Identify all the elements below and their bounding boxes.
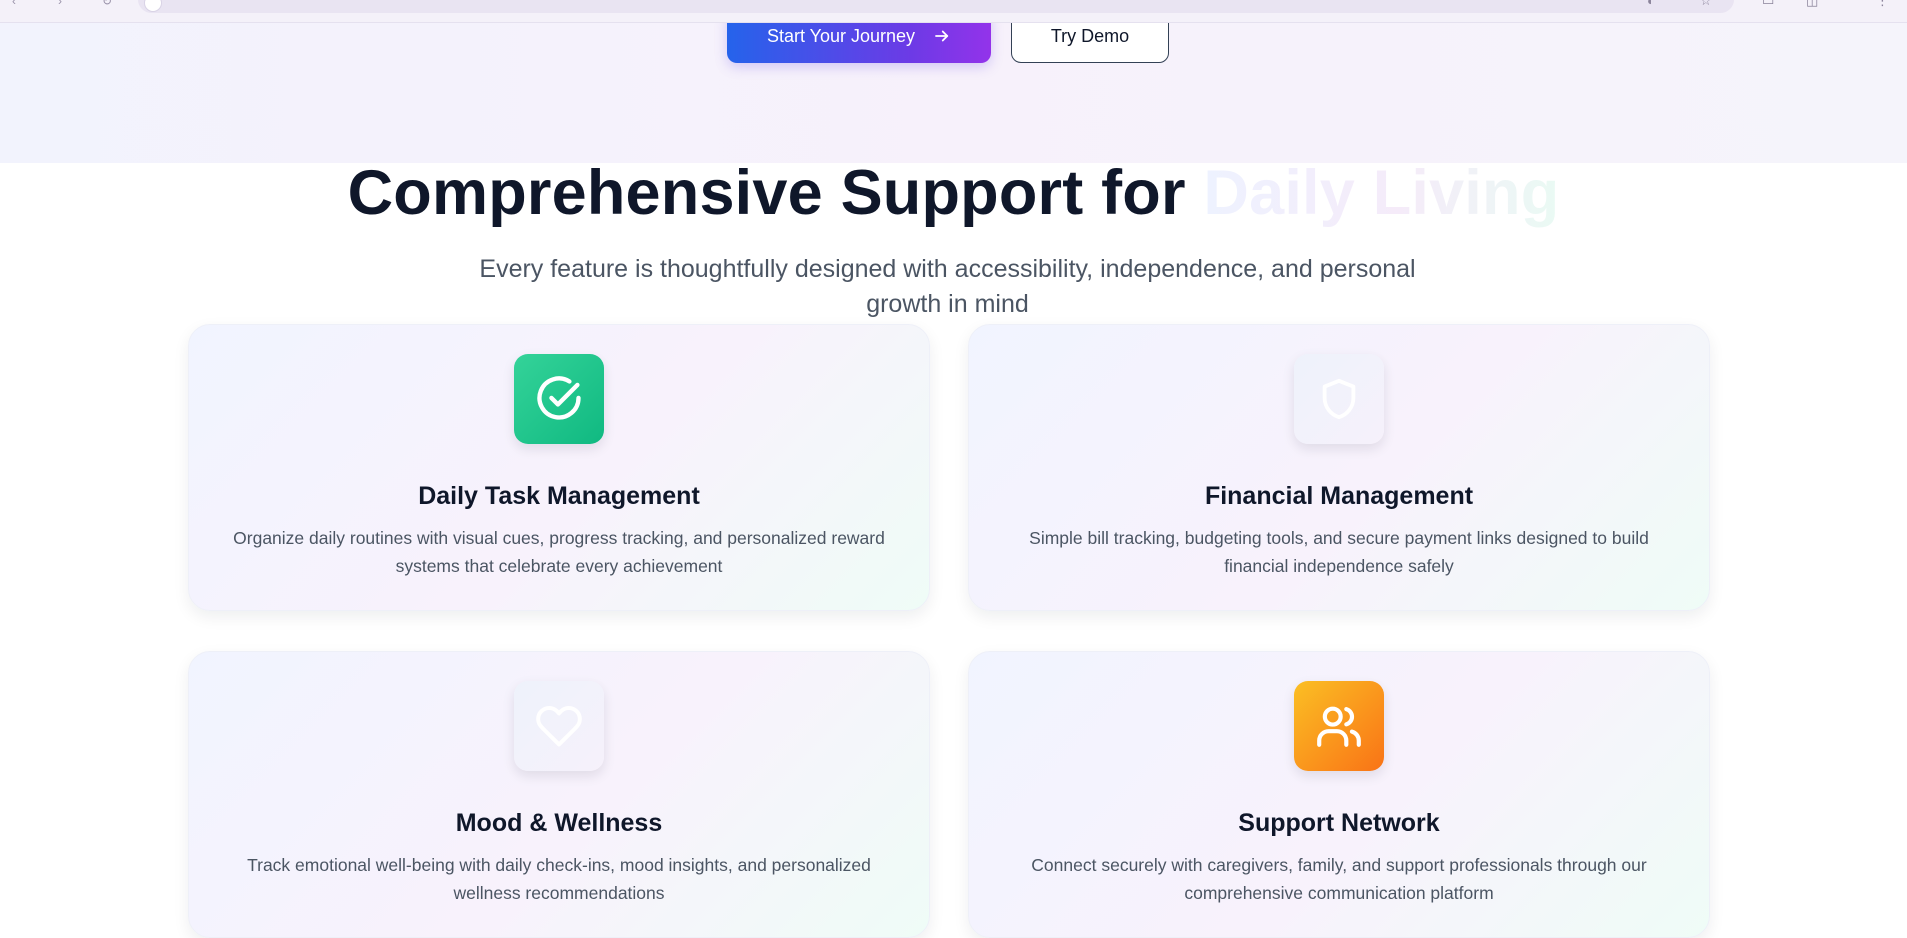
- sidebar-icon[interactable]: ◫: [1806, 0, 1818, 9]
- back-icon[interactable]: ‹: [12, 0, 16, 8]
- card-description: Connect securely with caregivers, family…: [1031, 855, 1647, 903]
- card-title: Support Network: [1238, 809, 1440, 837]
- card-description: Simple bill tracking, budgeting tools, a…: [1029, 528, 1649, 576]
- arrow-right-icon: [933, 27, 951, 45]
- section-title-accent: Daily Living: [1203, 158, 1560, 228]
- lens-icon[interactable]: ◐: [1647, 0, 1655, 8]
- forward-icon[interactable]: ›: [58, 0, 62, 8]
- card-title: Mood & Wellness: [455, 809, 663, 837]
- section-title: Comprehensive Support for Daily Living: [0, 157, 1907, 229]
- card-description: Track emotional well-being with daily ch…: [247, 855, 871, 903]
- start-journey-label: Start Your Journey: [766, 25, 916, 46]
- bookmark-star-icon[interactable]: ☆: [1700, 0, 1712, 9]
- heart-icon: [514, 681, 604, 771]
- address-bar[interactable]: [138, 0, 1734, 13]
- menu-icon[interactable]: ⋮: [1876, 0, 1889, 9]
- check-circle-icon: [514, 354, 604, 444]
- hero-section: Start Your Journey Try Demo: [0, 0, 1907, 163]
- feature-card-financial[interactable]: Financial Management Simple bill trackin…: [968, 324, 1710, 611]
- feature-card-support[interactable]: Support Network Connect securely with ca…: [968, 651, 1710, 938]
- reload-icon[interactable]: ↻: [102, 0, 112, 8]
- browser-toolbar: ‹ › ↻ ◐ ☆ ▭ ◫ ⋮: [0, 0, 1907, 23]
- card-title: Daily Task Management: [418, 482, 700, 510]
- try-demo-label: Try Demo: [1050, 25, 1130, 46]
- section-title-main: Comprehensive Support for: [347, 158, 1204, 228]
- users-icon: [1294, 681, 1384, 771]
- card-title: Financial Management: [1204, 482, 1474, 510]
- card-description: Organize daily routines with visual cues…: [233, 528, 885, 576]
- shield-icon: [1294, 354, 1384, 444]
- extensions-icon[interactable]: ▭: [1762, 0, 1774, 9]
- section-subtitle: Every feature is thoughtfully designed w…: [479, 255, 1416, 318]
- feature-card-daily-tasks[interactable]: Daily Task Management Organize daily rou…: [188, 324, 930, 611]
- feature-card-mood[interactable]: Mood & Wellness Track emotional well-bei…: [188, 651, 930, 938]
